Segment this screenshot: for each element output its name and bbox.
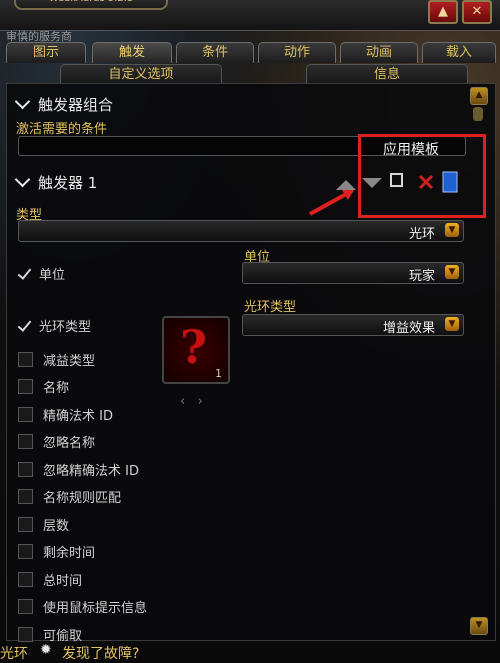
option-ignore-name[interactable]: 忽略名称 (18, 432, 95, 451)
tab-information[interactable]: 信息 (306, 64, 468, 84)
move-up-icon[interactable] (336, 180, 356, 190)
option-remaining-time[interactable]: 剩余时间 (18, 542, 95, 561)
aura-type-checkbox[interactable]: 光环类型 (18, 316, 91, 335)
checkmark-icon (18, 268, 31, 281)
option-total-time[interactable]: 总时间 (18, 570, 82, 589)
status-left-text: 光环 (0, 646, 28, 662)
window-title: WeakAuras 5.2.3 (14, 0, 168, 10)
trigger-1-header[interactable]: 触发器 1 (14, 171, 98, 193)
option-name[interactable]: 名称 (18, 377, 69, 396)
bug-report-link[interactable]: 发现了故障? (62, 643, 139, 663)
arrow-annotation (309, 190, 351, 216)
prev-icon[interactable]: ‹ (180, 394, 185, 409)
scroll-up-icon[interactable]: ▲ (470, 87, 488, 105)
question-mark-icon: ? (180, 320, 207, 374)
trigger-combo-header[interactable]: 触发器组合 (14, 93, 114, 115)
secondary-tabs: 自定义选项 信息 (0, 64, 500, 84)
tab-actions[interactable]: 动作 (258, 42, 336, 63)
trigger-combo-heading: 触发器组合 (38, 96, 114, 114)
scrollbar[interactable]: ▲ ▼ (470, 83, 488, 639)
window-top-bar: WeakAuras 5.2.3 ▲ ✕ (0, 0, 500, 31)
scroll-down-icon[interactable]: ▼ (470, 617, 488, 635)
dropdown-arrow-icon: ▼ (445, 223, 459, 237)
option-use-tooltip[interactable]: 使用鼠标提示信息 (18, 597, 147, 616)
main-tabs: 图示 触发 条件 动作 动画 载入 (0, 42, 500, 64)
close-button[interactable]: ✕ (462, 0, 492, 24)
unit-dropdown[interactable]: 玩家 ▼ (242, 262, 464, 284)
option-ignore-exact-spell-id[interactable]: 忽略精确法术 ID (18, 460, 139, 479)
collapse-icon: ▲ (438, 4, 448, 19)
tab-load[interactable]: 载入 (422, 42, 496, 63)
chevron-down-icon (14, 171, 31, 188)
option-stacks[interactable]: 层数 (18, 515, 69, 534)
aura-type-dropdown[interactable]: 增益效果 ▼ (242, 314, 464, 336)
type-dropdown[interactable]: 光环 ▼ (18, 220, 464, 242)
aura-icon[interactable]: ? 1 (162, 316, 230, 384)
unit-checkbox[interactable]: 单位 (18, 264, 65, 283)
dropdown-arrow-icon: ▼ (445, 265, 459, 279)
chevron-down-icon (14, 93, 31, 110)
next-icon[interactable]: › (198, 394, 203, 409)
tab-trigger[interactable]: 触发 (92, 42, 172, 63)
collapse-button[interactable]: ▲ (428, 0, 458, 24)
activate-condition-label: 激活需要的条件 (16, 122, 108, 137)
trigger-1-heading: 触发器 1 (38, 174, 98, 192)
aura-type-label: 光环类型 (244, 300, 297, 315)
apply-template-tooltip: 应用模板 (358, 134, 486, 218)
option-debuff-type[interactable]: 减益类型 (18, 350, 95, 369)
tab-animations[interactable]: 动画 (340, 42, 418, 63)
bug-icon: ✹ (40, 642, 52, 658)
option-exact-spell-id[interactable]: 精确法术 ID (18, 405, 113, 424)
tab-display[interactable]: 图示 (6, 42, 86, 63)
tab-custom-options[interactable]: 自定义选项 (60, 64, 222, 84)
status-bar: 光环 ✹ 发现了故障? (0, 641, 500, 663)
dropdown-arrow-icon: ▼ (445, 317, 459, 331)
icon-nav: ‹ › (180, 394, 203, 409)
tab-conditions[interactable]: 条件 (176, 42, 254, 63)
checkmark-icon (18, 320, 31, 333)
scroll-thumb[interactable] (473, 107, 483, 121)
close-icon: ✕ (471, 4, 483, 19)
option-name-pattern-match[interactable]: 名称规则匹配 (18, 487, 121, 506)
